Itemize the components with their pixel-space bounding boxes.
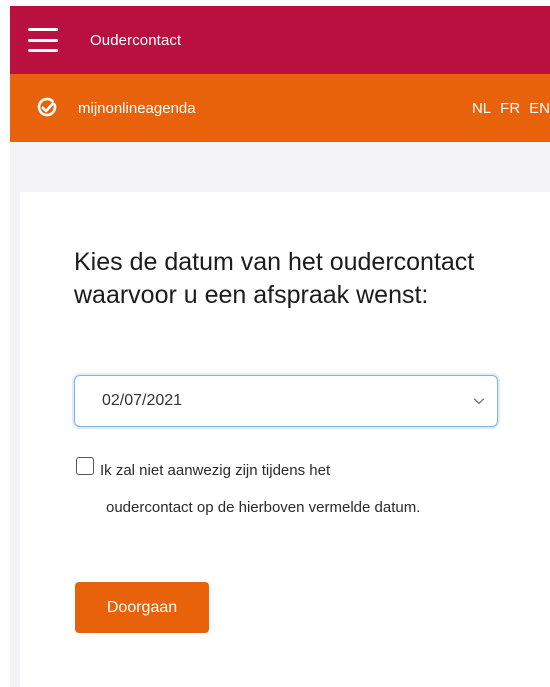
form-heading: Kies de datum van het oudercontact waarv… [74,248,475,309]
absence-label-rest: oudercontact op de hierboven vermelde da… [106,499,421,516]
absence-label-line1: Ik zal niet aanwezig zijn tijdens het [100,462,331,479]
menu-line [28,28,58,31]
menu-line [28,38,58,42]
app-title: Oudercontact [90,31,182,49]
brand-bar: mijnonlineagenda NL FR EN [10,74,550,142]
top-app-bar: Oudercontact [10,6,550,74]
brand-name: mijnonlineagenda [78,99,196,117]
menu-line [28,49,58,52]
date-select[interactable]: 02/07/2021 [74,375,498,427]
language-fr-link[interactable]: FR [500,100,520,117]
app-screen: Oudercontact mijnonlineagenda NL FR EN K… [0,0,550,687]
check-circle-icon [37,97,57,117]
date-select-value: 02/07/2021 [102,392,183,409]
hamburger-menu-icon[interactable] [28,28,58,52]
absence-checkbox[interactable] [76,457,94,475]
language-nl-link[interactable]: NL [472,100,491,117]
chevron-down-icon [473,398,485,405]
language-switcher: NL FR EN [463,74,550,142]
absence-checkbox-label[interactable]: Ik zal niet aanwezig zijn tijdens het ou… [100,452,500,526]
continue-button[interactable]: Doorgaan [75,582,209,633]
language-en-link[interactable]: EN [529,100,550,117]
